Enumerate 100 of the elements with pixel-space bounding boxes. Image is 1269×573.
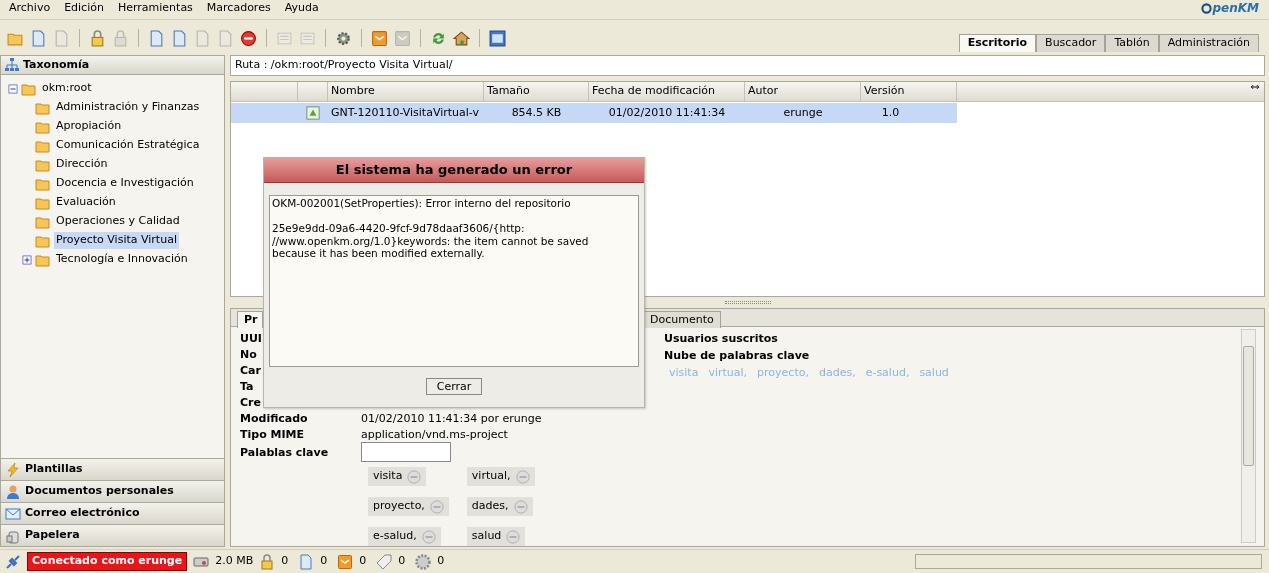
- field-value: application/vnd.ms-project: [361, 427, 508, 443]
- person-icon: [5, 483, 21, 500]
- menu-item[interactable]: Marcadores: [200, 0, 277, 17]
- section-label: Usuarios suscritos: [664, 331, 779, 347]
- table-cell-text: GNT-120110-VisitaVirtual-v: [330, 104, 481, 121]
- stop-icon[interactable]: [240, 29, 257, 47]
- keyword-text: salud: [471, 528, 502, 545]
- expand-icon[interactable]: [22, 254, 32, 265]
- tab[interactable]: Pr: [237, 311, 263, 328]
- mail-icon: [337, 553, 354, 570]
- tree-item[interactable]: Proyecto Visita Virtual: [54, 232, 179, 249]
- status-text: 2.0 MB: [215, 553, 254, 570]
- table-cell-text: 854.5 KB: [510, 104, 563, 121]
- menu-item[interactable]: Ayuda: [278, 0, 325, 17]
- tree-item[interactable]: Apropiación: [54, 118, 124, 135]
- keyword-input[interactable]: [361, 442, 451, 462]
- scrollbar[interactable]: [1241, 329, 1256, 543]
- document-icon: [298, 553, 315, 570]
- logo: penKM: [1212, 1, 1259, 15]
- keyword-text: proyecto,: [373, 498, 425, 515]
- message-box: OKM-002001(SetProperties): Error interno del repositorio 25e9e9dd-09a6-4420-9fcf-9d78daaf3606/{http: //www.openkm.org/1.0}keywords: the item cannot be saved because it has been modified externally.: [269, 195, 639, 367]
- tree-item[interactable]: Tecnología e Innovación: [54, 251, 190, 268]
- tree-item[interactable]: Evaluación: [54, 194, 118, 211]
- section-button[interactable]: Documentos personales: [1, 480, 224, 502]
- remove-icon[interactable]: [421, 529, 436, 544]
- tree-icon: [4, 57, 20, 73]
- plug-icon: [5, 553, 21, 570]
- document-icon[interactable]: [148, 29, 165, 47]
- section-button[interactable]: Papelera: [1, 524, 224, 546]
- remove-icon[interactable]: [515, 469, 530, 484]
- close-button[interactable]: Cerrar: [425, 378, 483, 395]
- remove-icon[interactable]: [407, 469, 422, 484]
- status-count: 0: [359, 553, 367, 570]
- document-icon[interactable]: [30, 29, 47, 47]
- menu-item[interactable]: Edición: [58, 0, 110, 17]
- file-icon: [306, 106, 320, 120]
- path-bar: Ruta : /okm:root/Proyecto Visita Virtual/: [230, 55, 1265, 76]
- menu-item[interactable]: Herramientas: [111, 0, 199, 17]
- tab[interactable]: Documento: [643, 311, 721, 328]
- tag-icon: [376, 553, 393, 570]
- section-label: Nube de palabras clave: [664, 347, 811, 364]
- table-cell-text: 01/02/2010 11:41:34: [607, 104, 727, 121]
- window-icon[interactable]: [489, 29, 506, 47]
- status-count: 0: [437, 553, 445, 570]
- table-cell-text: erunge: [782, 104, 824, 121]
- remove-icon[interactable]: [513, 499, 528, 514]
- field-value: 01/02/2010 11:41:34 por erunge: [361, 411, 542, 427]
- keyword-text: e-salud,: [373, 528, 417, 545]
- field-label: Car: [240, 363, 262, 379]
- panel-title: Taxonomía: [23, 56, 90, 73]
- tree-item[interactable]: Administración y Finanzas: [54, 99, 202, 116]
- tree-item[interactable]: Docencia e Investigación: [54, 175, 196, 192]
- ring-icon: [1201, 2, 1213, 14]
- section-button[interactable]: Plantillas: [1, 458, 224, 480]
- tab[interactable]: Administración: [1158, 34, 1259, 52]
- section-button[interactable]: Correo electrónico: [1, 502, 224, 524]
- tab[interactable]: Escritorio: [958, 34, 1037, 52]
- tab[interactable]: Buscador: [1036, 34, 1106, 52]
- gear-icon: [415, 553, 432, 570]
- field-label: No: [240, 347, 258, 363]
- menu-item[interactable]: Archivo: [3, 0, 57, 17]
- dialog-title: El sistema ha generado un error: [264, 158, 644, 183]
- field-label: Cre: [240, 395, 262, 411]
- gear-icon[interactable]: [335, 29, 352, 47]
- envelope-icon: [5, 505, 21, 522]
- table-cell-text: 1.0: [880, 104, 901, 121]
- status-count: 0: [398, 553, 406, 570]
- lightning-icon: [5, 461, 21, 478]
- keyword-text: dades,: [471, 498, 509, 515]
- resize-icon[interactable]: [1249, 82, 1261, 92]
- field-label: UUI: [240, 331, 263, 347]
- status-count: 0: [281, 553, 289, 570]
- remove-icon[interactable]: [429, 499, 444, 514]
- keyword-text: virtual,: [471, 468, 511, 485]
- column-header[interactable]: Autor: [745, 82, 861, 102]
- house-icon[interactable]: [453, 29, 470, 47]
- status-count: 0: [320, 553, 328, 570]
- collapse-icon[interactable]: [8, 83, 18, 94]
- column-header[interactable]: Nombre: [328, 82, 484, 102]
- keyword-text: visita: [373, 468, 403, 485]
- tree-item[interactable]: Dirección: [54, 156, 110, 173]
- column-header[interactable]: Tamaño: [484, 82, 589, 102]
- tree-item[interactable]: Operaciones y Calidad: [54, 213, 182, 230]
- document-icon[interactable]: [171, 29, 188, 47]
- lock-icon[interactable]: [89, 29, 106, 47]
- field-label: Palablas clave: [240, 445, 330, 461]
- tab[interactable]: Tablón: [1105, 34, 1159, 52]
- tree-item[interactable]: Comunicación Estratégica: [54, 137, 202, 154]
- mail-icon[interactable]: [371, 29, 388, 47]
- column-header[interactable]: Versión: [861, 82, 957, 102]
- splitter-handle[interactable]: [724, 301, 771, 304]
- field-label: Ta: [240, 379, 255, 395]
- column-header[interactable]: Fecha de modificación: [589, 82, 745, 102]
- remove-icon[interactable]: [506, 529, 521, 544]
- lock-icon: [259, 553, 276, 570]
- column-header[interactable]: [298, 82, 328, 102]
- column-header[interactable]: [231, 82, 298, 102]
- tree-item[interactable]: okm:root: [40, 80, 94, 97]
- connection-status: Conectado como erunge: [27, 552, 188, 571]
- field-label: Tipo MIME: [240, 427, 306, 443]
